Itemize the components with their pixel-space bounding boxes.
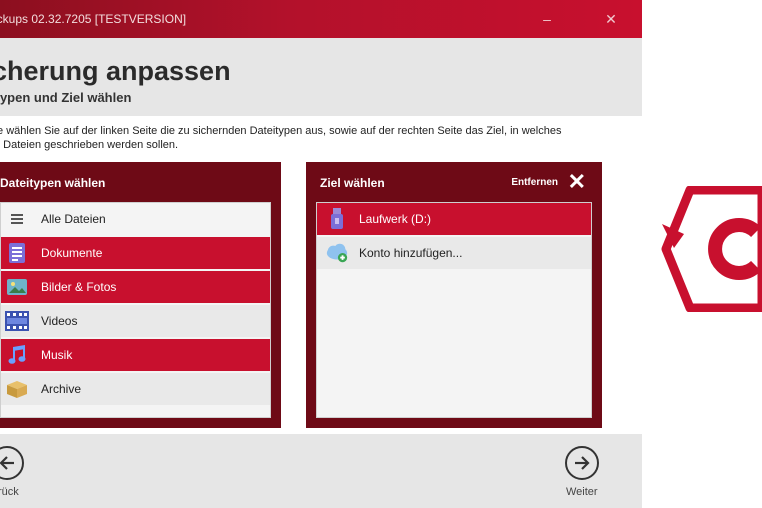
file-type-documents[interactable]: Dokumente: [1, 237, 270, 269]
remove-button[interactable]: Entfernen: [511, 177, 558, 188]
image-icon: [5, 275, 29, 299]
target-panel: Ziel wählen Entfernen ✕ Laufwerk (D:) Ko…: [306, 162, 602, 428]
list-icon: [5, 207, 29, 231]
target-label: Konto hinzufügen...: [359, 246, 463, 260]
document-icon: [5, 241, 29, 265]
music-icon: [5, 343, 29, 367]
file-types-header: Dateitypen wählen: [0, 176, 106, 190]
file-type-videos[interactable]: Videos: [1, 305, 270, 337]
target-add-account[interactable]: Konto hinzufügen...: [317, 237, 591, 269]
title-bar[interactable]: ackups 02.32.7205 [TESTVERSION] – ✕: [0, 0, 642, 38]
file-type-archives[interactable]: Archive: [1, 373, 270, 405]
file-type-all-files[interactable]: Alle Dateien: [1, 203, 270, 235]
app-window: ackups 02.32.7205 [TESTVERSION] – ✕ cher…: [0, 0, 642, 508]
minimize-button[interactable]: –: [532, 8, 562, 30]
footer-bar: [0, 434, 642, 508]
next-button[interactable]: [565, 446, 599, 480]
file-type-label: Musik: [41, 348, 73, 362]
target-list: Laufwerk (D:) Konto hinzufügen...: [316, 202, 592, 418]
file-type-label: Dokumente: [41, 246, 103, 260]
usb-icon: [325, 207, 349, 231]
instruction-line-1: te wählen Sie auf der linken Seite die z…: [0, 125, 562, 137]
remove-x-icon[interactable]: ✕: [568, 170, 586, 194]
file-type-images[interactable]: Bilder & Fotos: [1, 271, 270, 303]
target-label: Laufwerk (D:): [359, 212, 432, 226]
archive-box-icon: [5, 377, 29, 401]
instruction-line-2: e Dateien geschrieben werden sollen.: [0, 139, 179, 151]
file-types-list: Alle Dateien Dokumente Bilder & Fotos Vi…: [0, 202, 271, 418]
file-type-label: Videos: [41, 314, 78, 328]
instruction-text: te wählen Sie auf der linken Seite die z…: [0, 124, 614, 152]
arrow-right-icon: [575, 456, 590, 470]
target-drive-d[interactable]: Laufwerk (D:): [317, 203, 591, 235]
page-subtitle: itypen und Ziel wählen: [0, 90, 132, 105]
target-header: Ziel wählen: [320, 176, 385, 190]
film-icon: [5, 309, 29, 333]
file-type-music[interactable]: Musik: [1, 339, 270, 371]
close-button[interactable]: ✕: [596, 8, 626, 30]
page-title: cherung anpassen: [0, 56, 231, 86]
cloud-add-icon: [325, 241, 349, 265]
file-type-label: Bilder & Fotos: [41, 280, 117, 294]
file-type-label: Alle Dateien: [41, 212, 106, 226]
file-type-label: Archive: [41, 382, 82, 396]
back-label: rück: [0, 486, 19, 498]
brand-logo-icon: [661, 186, 762, 312]
window-title: ackups 02.32.7205 [TESTVERSION]: [0, 12, 187, 26]
file-types-panel: Dateitypen wählen Alle Dateien Dokumente…: [0, 162, 281, 428]
arrow-left-icon: [0, 456, 14, 470]
next-label: Weiter: [566, 486, 598, 498]
